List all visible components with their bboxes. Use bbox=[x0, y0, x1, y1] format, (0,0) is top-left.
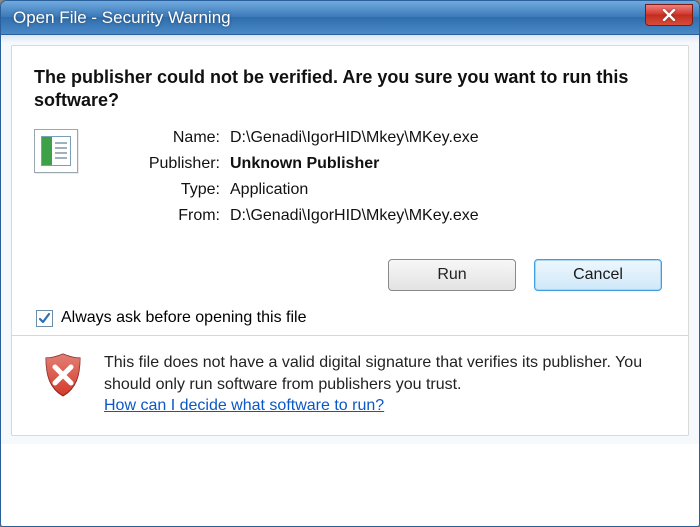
footer-section: This file does not have a valid digital … bbox=[34, 336, 666, 427]
content-area: The publisher could not be verified. Are… bbox=[1, 35, 699, 444]
titlebar: Open File - Security Warning bbox=[1, 1, 699, 35]
publisher-value: Unknown Publisher bbox=[230, 155, 379, 173]
check-icon bbox=[38, 312, 51, 325]
name-value: D:\Genadi\IgorHID\Mkey\MKey.exe bbox=[230, 129, 479, 147]
dialog-body: The publisher could not be verified. Are… bbox=[11, 45, 689, 436]
button-row: Run Cancel bbox=[34, 259, 662, 291]
always-ask-checkbox[interactable] bbox=[36, 310, 53, 327]
dialog-heading: The publisher could not be verified. Are… bbox=[34, 66, 666, 111]
footer-text-block: This file does not have a valid digital … bbox=[104, 352, 662, 417]
type-value: Application bbox=[230, 181, 308, 199]
field-type: Type: Application bbox=[100, 181, 666, 199]
name-label: Name: bbox=[100, 129, 230, 147]
application-icon bbox=[34, 129, 78, 173]
field-publisher: Publisher: Unknown Publisher bbox=[100, 155, 666, 173]
field-from: From: D:\Genadi\IgorHID\Mkey\MKey.exe bbox=[100, 207, 666, 225]
always-ask-row: Always ask before opening this file bbox=[36, 309, 666, 327]
run-button[interactable]: Run bbox=[388, 259, 516, 291]
shield-warning-icon bbox=[42, 352, 84, 398]
publisher-label: Publisher: bbox=[100, 155, 230, 173]
close-button[interactable] bbox=[645, 4, 693, 26]
type-label: Type: bbox=[100, 181, 230, 199]
from-value: D:\Genadi\IgorHID\Mkey\MKey.exe bbox=[230, 207, 479, 225]
footer-message: This file does not have a valid digital … bbox=[104, 354, 642, 393]
window-title: Open File - Security Warning bbox=[13, 8, 231, 28]
file-properties: Name: D:\Genadi\IgorHID\Mkey\MKey.exe Pu… bbox=[100, 129, 666, 233]
field-name: Name: D:\Genadi\IgorHID\Mkey\MKey.exe bbox=[100, 129, 666, 147]
file-info-section: Name: D:\Genadi\IgorHID\Mkey\MKey.exe Pu… bbox=[34, 129, 666, 233]
cancel-button[interactable]: Cancel bbox=[534, 259, 662, 291]
help-link[interactable]: How can I decide what software to run? bbox=[104, 397, 384, 414]
security-warning-dialog: Open File - Security Warning The publish… bbox=[0, 0, 700, 527]
close-icon bbox=[662, 9, 676, 21]
always-ask-label: Always ask before opening this file bbox=[61, 309, 306, 327]
from-label: From: bbox=[100, 207, 230, 225]
